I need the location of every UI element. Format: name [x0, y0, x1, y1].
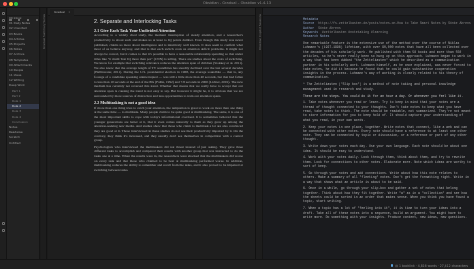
search-icon[interactable]	[1, 19, 5, 22]
notes-pane: Metadata Source https://fs.zettelkasten.…	[263, 8, 474, 259]
chapter-title: 2. Separate and Interlocking Tasks	[94, 19, 177, 25]
note-paragraph: 5. Go through your notes and add connect…	[303, 170, 471, 184]
note-paragraph: One remarkable feature is the extensive …	[303, 41, 473, 80]
files-icon[interactable]	[1, 12, 5, 15]
help-icon[interactable]	[1, 229, 5, 232]
status-label: Ⓜ 1 backlink · 4,816 words · 27,412 char…	[394, 263, 468, 268]
note-paragraph: 2. Keep your notes in one place, togethe…	[303, 124, 469, 142]
sidebar-tab-summary[interactable]: Gradual Summary Series	[42, 14, 46, 49]
note-paragraph: 6. Once in a while, go through your slip…	[303, 186, 471, 204]
tab-label: Gradual	[54, 10, 65, 14]
tab-close-icon[interactable]: ×	[69, 10, 71, 14]
note-paragraph: 7. When a topic has a lot of "feeling in…	[303, 206, 467, 219]
notes-blocks: One remarkable feature is the extensive …	[303, 38, 471, 219]
metadata-block: Metadata Source https://fs.zettelkasten.…	[303, 17, 471, 38]
collapse-all-icon[interactable]	[35, 18, 39, 21]
document-body[interactable]: 2. Separate and Interlocking Tasks 2.1 G…	[48, 16, 255, 172]
editor-pane: Gradual × 2. Separate and Interlocking T…	[48, 8, 255, 259]
left-sidebar-tabs: Gradual Summary Series	[41, 8, 47, 259]
left-ribbon	[0, 8, 7, 259]
metadata-value: https://fs.zettelkasten.de/posts/notes-o…	[318, 21, 471, 26]
editor-tab-bar: Gradual ×	[48, 8, 255, 16]
calendar-icon[interactable]	[1, 33, 5, 36]
paragraph: If more than one thing tries to catch yo…	[94, 105, 243, 143]
notes-pane-body[interactable]: Metadata Source https://fs.zettelkasten.…	[263, 16, 474, 219]
paragraph: According to a widely cited study, the m…	[94, 33, 244, 98]
command-icon[interactable]	[1, 40, 5, 43]
file-tree: 00 Inbox 01 Daily Notes 02 Unsorted 03 Book…	[7, 16, 39, 146]
file-explorer-toolbar	[7, 8, 39, 21]
status-bar: Ⓜ 1 backlink · 4,816 words · 27,412 char…	[0, 259, 474, 269]
note-paragraph: These are the steps. You could do it for…	[303, 93, 464, 98]
paragraph: Psychologists who interviewed the multit…	[94, 144, 243, 172]
tab-gradual[interactable]: Gradual ×	[50, 9, 75, 16]
file-explorer: 00 Inbox 01 Daily Notes 02 Unsorted 03 Book…	[7, 8, 40, 259]
note-paragraph: 3. Write down your notes each day. Use y…	[303, 144, 469, 153]
sidebar-tab-copilot[interactable]: Obsidian Copilot Sessions	[258, 14, 262, 50]
sync-status-icon[interactable]	[390, 264, 393, 267]
status-text: Ⓜ 1 backlink · 4,816 words · 27,412 char…	[390, 263, 468, 268]
window-title: Obsidian - Gradual – Obsidian v1.4.13	[202, 1, 272, 5]
section-heading: 2.2 Multitasking is not a good idea	[94, 99, 156, 105]
metadata-key: Research Notes	[303, 34, 330, 39]
title-bar: Obsidian - Gradual – Obsidian v1.4.13	[0, 0, 474, 8]
note-paragraph: 1. Take notes whenever you read or learn…	[303, 100, 473, 122]
note-paragraph: * The Zettelkasten ("Slip box") is a met…	[303, 82, 458, 91]
settings-icon[interactable]	[1, 222, 5, 225]
section-heading: 2.1 Give Each Task Your Undivided Attent…	[94, 27, 176, 33]
file-tree-item[interactable]: Untitled	[7, 141, 39, 146]
right-sidebar-tabs: Obsidian Copilot Sessions	[256, 8, 263, 259]
note-paragraph: 4. Work with your notes daily. Look thro…	[303, 155, 473, 169]
graph-icon[interactable]	[1, 26, 5, 29]
notes-pane-header	[263, 8, 474, 16]
canvas-icon[interactable]	[1, 47, 5, 50]
